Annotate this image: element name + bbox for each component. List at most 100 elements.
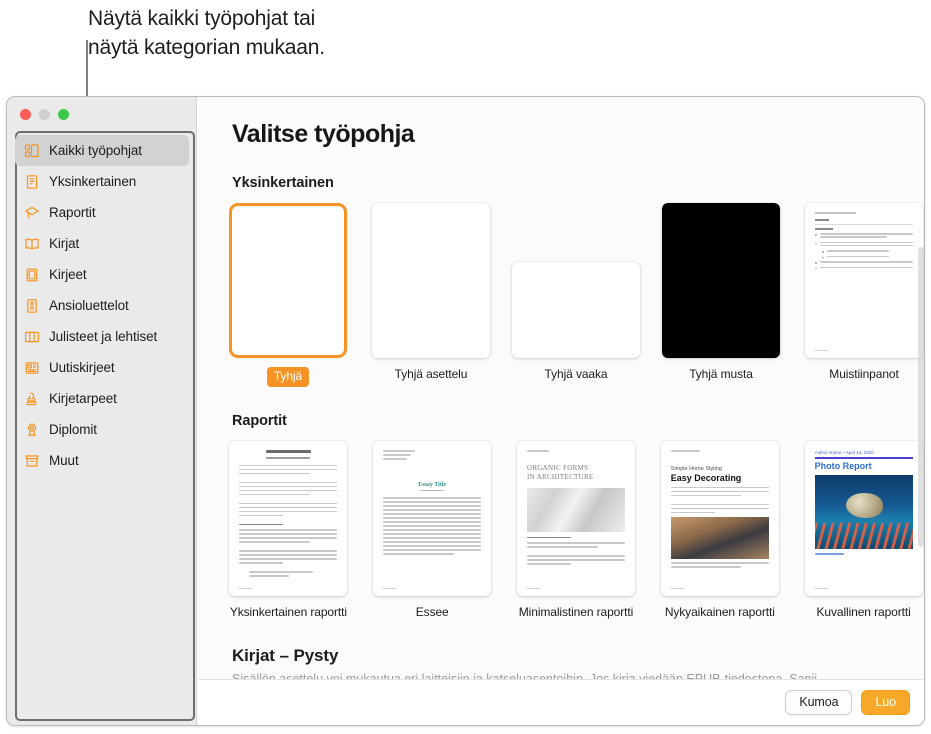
thumb-wrap	[372, 203, 490, 358]
template-thumbnail[interactable]: ORGANIC FORMS IN ARCHITECTURE	[517, 441, 635, 596]
sidebar-item-label: Kirjeet	[49, 267, 87, 282]
sidebar-item-label: Raportit	[49, 205, 95, 220]
sidebar-item-basic[interactable]: Yksinkertainen	[15, 166, 189, 197]
sidebar-item-posters-flyers[interactable]: Julisteet ja lehtiset	[15, 321, 189, 352]
sidebar: Kaikki työpohjat Yksinkertainen	[7, 97, 197, 725]
close-button[interactable]	[20, 109, 31, 120]
sidebar-nav: Kaikki työpohjat Yksinkertainen	[7, 135, 197, 476]
template-thumbnail[interactable]	[662, 203, 780, 358]
award-ribbon-icon	[23, 421, 40, 438]
sidebar-item-all-templates[interactable]: Kaikki työpohjat	[15, 135, 189, 166]
thumbnail-preview: ORGANIC FORMS IN ARCHITECTURE	[517, 441, 635, 596]
section-heading-books: Kirjat – Pysty	[232, 646, 925, 666]
template-gallery[interactable]: Valitse työpohja Yksinkertainen Tyhjä	[198, 97, 925, 725]
template-label: Tyhjä vaaka	[545, 367, 608, 382]
template-card-modern-report[interactable]: Simple Home Styling Easy Decorating	[657, 441, 782, 620]
grid-list-icon	[23, 142, 40, 159]
template-thumbnail[interactable]	[229, 203, 347, 358]
thumb-wrap	[229, 441, 347, 596]
sidebar-item-label: Yksinkertainen	[49, 174, 136, 189]
sidebar-item-resumes[interactable]: Ansioluettelot	[15, 290, 189, 321]
sidebar-item-label: Kaikki työpohjat	[49, 143, 142, 158]
sidebar-item-label: Uutiskirjeet	[49, 360, 115, 375]
template-thumbnail[interactable]: Essay Title	[373, 441, 491, 596]
template-label: Tyhjä musta	[689, 367, 753, 382]
page-title: Valitse työpohja	[232, 120, 925, 149]
thumbnail-preview: Author Name – April 14, 2020 Photo Repor…	[805, 441, 923, 596]
sidebar-item-stationery[interactable]: Kirjetarpeet	[15, 383, 189, 414]
sidebar-item-misc[interactable]: Muut	[15, 445, 189, 476]
thumb-wrap	[229, 203, 347, 358]
template-thumbnail[interactable]	[229, 441, 347, 596]
template-card-essay[interactable]: Essay Title	[370, 441, 495, 620]
template-thumbnail[interactable]	[805, 203, 923, 358]
thumb-wrap: Author Name – April 14, 2020 Photo Repor…	[805, 441, 923, 596]
photo-kicker-text: Author Name – April 14, 2020	[815, 450, 913, 455]
template-row-reports: Yksinkertainen raportti Essay Title	[226, 441, 925, 620]
sidebar-item-label: Julisteet ja lehtiset	[49, 329, 157, 344]
photo-title-text: Photo Report	[815, 461, 913, 471]
graduation-cap-icon	[23, 204, 40, 221]
thumb-wrap: Simple Home Styling Easy Decorating	[661, 441, 779, 596]
template-card-photo-report[interactable]: Author Name – April 14, 2020 Photo Repor…	[801, 441, 925, 620]
home-kicker-text: Simple Home Styling	[671, 466, 769, 472]
template-card-notes[interactable]: Muistiinpanot	[802, 203, 925, 387]
template-row-basic: Tyhjä Tyhjä asettelu Tyhjä vaaka	[226, 203, 925, 387]
template-card-blank-black[interactable]: Tyhjä musta	[659, 203, 783, 387]
sidebar-item-letters[interactable]: Kirjeet	[15, 259, 189, 290]
create-button[interactable]: Luo	[861, 690, 910, 715]
document-icon	[23, 173, 40, 190]
template-thumbnail[interactable]: Simple Home Styling Easy Decorating	[661, 441, 779, 596]
section-heading-reports: Raportit	[232, 413, 925, 429]
interior-photo	[671, 517, 769, 559]
template-label: Yksinkertainen raportti	[230, 605, 347, 620]
template-card-blank[interactable]: Tyhjä	[226, 203, 350, 387]
template-label: Kuvallinen raportti	[817, 605, 911, 620]
thumbnail-preview: Simple Home Styling Easy Decorating	[661, 441, 779, 596]
resume-icon	[23, 297, 40, 314]
thumb-wrap: ORGANIC FORMS IN ARCHITECTURE	[517, 441, 635, 596]
sidebar-item-label: Ansioluettelot	[49, 298, 129, 313]
minimize-button[interactable]	[39, 109, 50, 120]
template-label: Minimalistinen raportti	[519, 605, 633, 620]
template-thumbnail[interactable]	[512, 262, 640, 358]
window-controls	[20, 109, 69, 120]
thumbnail-preview: Essay Title	[373, 441, 491, 596]
footer-action-bar: Kumoa Luo	[198, 679, 925, 725]
sidebar-item-certificates[interactable]: Diplomit	[15, 414, 189, 445]
template-chooser-window: Kaikki työpohjat Yksinkertainen	[6, 96, 925, 726]
template-thumbnail[interactable]	[372, 203, 490, 358]
sidebar-item-books[interactable]: Kirjat	[15, 228, 189, 259]
archive-box-icon	[23, 452, 40, 469]
envelope-frame-icon	[23, 266, 40, 283]
sidebar-item-reports[interactable]: Raportit	[15, 197, 189, 228]
sidebar-item-label: Diplomit	[49, 422, 97, 437]
cancel-button[interactable]: Kumoa	[785, 690, 852, 715]
template-label: Tyhjä asettelu	[395, 367, 468, 382]
template-label: Essee	[416, 605, 449, 620]
template-label: Tyhjä	[267, 367, 309, 387]
sidebar-item-newsletters[interactable]: Uutiskirjeet	[15, 352, 189, 383]
template-card-minimal-report[interactable]: ORGANIC FORMS IN ARCHITECTURE	[514, 441, 639, 620]
home-title-text: Easy Decorating	[671, 473, 769, 483]
vertical-scrollbar[interactable]	[918, 247, 924, 547]
template-card-blank-landscape[interactable]: Tyhjä vaaka	[512, 203, 640, 387]
zoom-button[interactable]	[58, 109, 69, 120]
architecture-title-line-2: IN ARCHITECTURE	[527, 473, 625, 482]
newspaper-icon	[23, 359, 40, 376]
thumbnail-preview	[805, 203, 923, 358]
thumb-wrap	[512, 203, 640, 358]
template-card-blank-layout[interactable]: Tyhjä asettelu	[369, 203, 493, 387]
template-label: Nykyaikainen raportti	[665, 605, 775, 620]
open-book-icon	[23, 235, 40, 252]
thumb-wrap: Essay Title	[373, 441, 491, 596]
architecture-image	[527, 488, 625, 532]
sidebar-item-label: Kirjat	[49, 236, 79, 251]
callout-line-2: näytä kategorian mukaan.	[88, 33, 508, 62]
thumb-wrap	[662, 203, 780, 358]
template-thumbnail[interactable]: Author Name – April 14, 2020 Photo Repor…	[805, 441, 923, 596]
stamp-icon	[23, 390, 40, 407]
section-heading-basic: Yksinkertainen	[232, 175, 925, 191]
sidebar-item-label: Kirjetarpeet	[49, 391, 117, 406]
template-card-simple-report[interactable]: Yksinkertainen raportti	[226, 441, 351, 620]
